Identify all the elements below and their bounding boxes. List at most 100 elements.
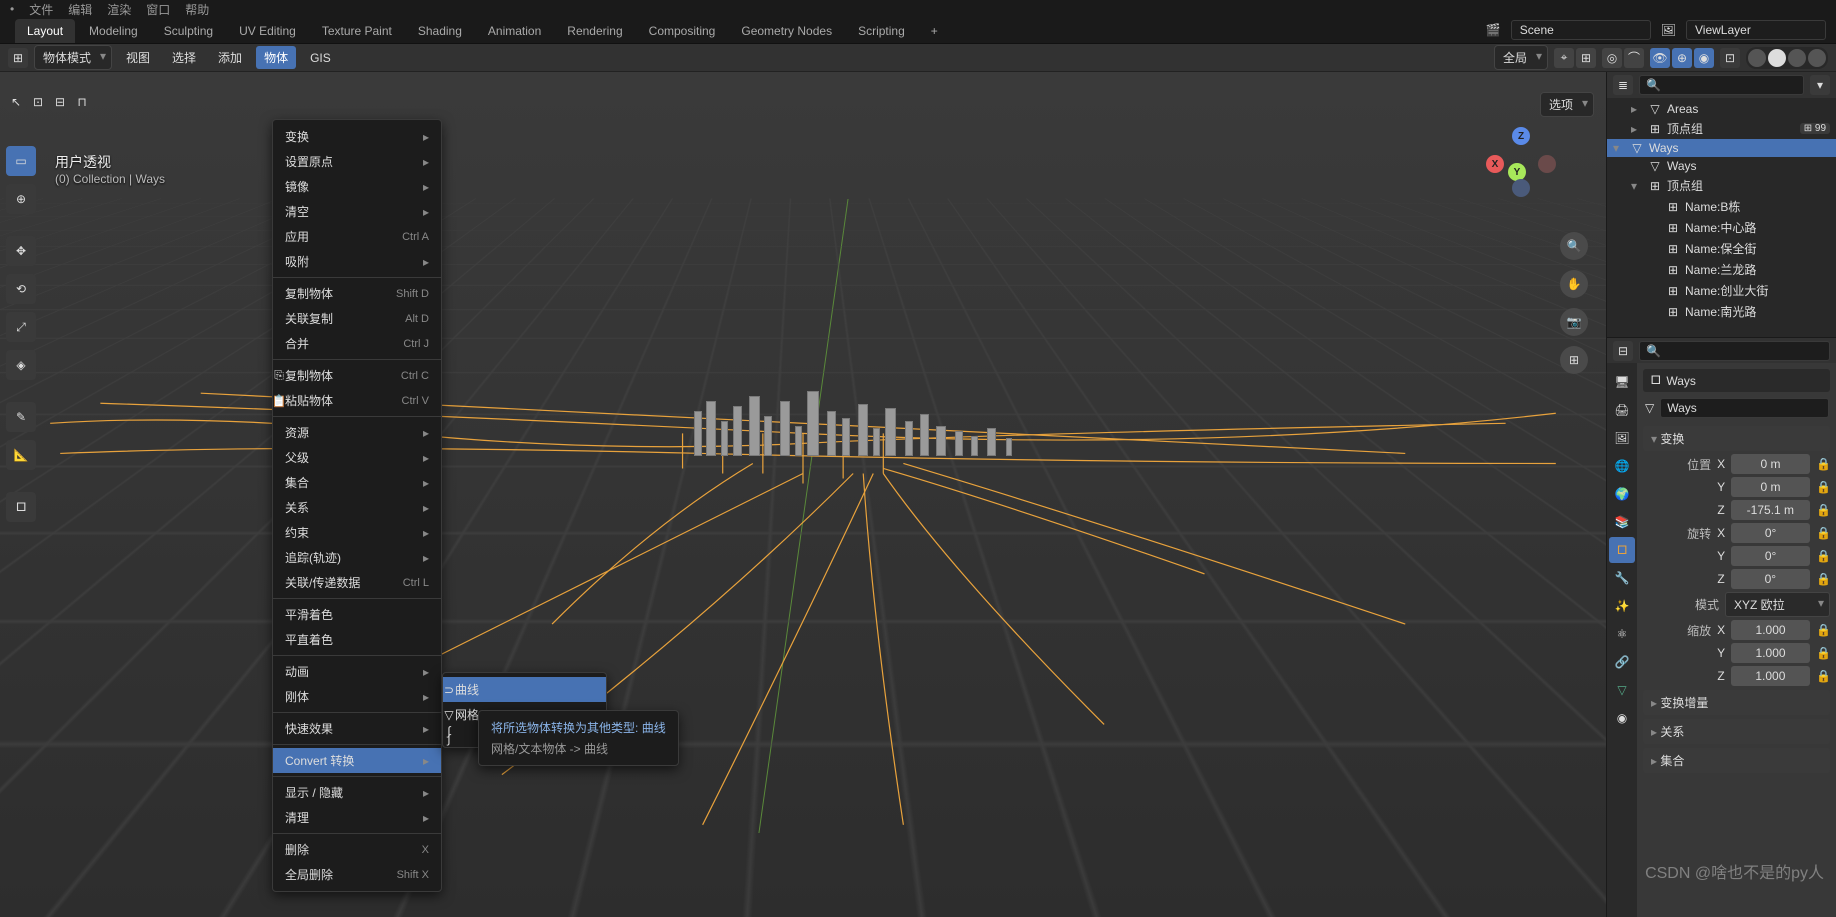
ptab-object[interactable]: 🞐 (1609, 537, 1635, 563)
menu-item[interactable]: 删除X (273, 837, 441, 862)
gizmo-toggle-icon[interactable]: ⊕ (1672, 48, 1692, 68)
tab-rendering[interactable]: Rendering (555, 19, 634, 43)
tree-row[interactable]: ⊞Name:创业大街 (1607, 280, 1836, 301)
menu-item[interactable]: 集合▸ (273, 470, 441, 495)
tool-transform[interactable]: ◈ (6, 350, 36, 380)
menu-item[interactable]: Convert 转换▸ (273, 748, 441, 773)
tree-row[interactable]: ⊞Name:兰龙路 (1607, 259, 1836, 280)
submenu-item[interactable]: ⊃曲线 (443, 677, 606, 702)
tree-row[interactable]: ⊞Name:南光路 (1607, 301, 1836, 322)
axis-y[interactable]: Y (1508, 163, 1526, 181)
tool-rotate[interactable]: ⟲ (6, 274, 36, 304)
options-dropdown[interactable]: 选项 (1540, 92, 1594, 117)
menu-item[interactable]: 平滑着色 (273, 602, 441, 627)
select-int-icon[interactable]: ⊓ (72, 92, 92, 112)
ptab-material[interactable]: ◉ (1609, 705, 1635, 731)
menu-edit[interactable]: 编辑 (68, 1, 92, 18)
rot-y[interactable]: 0° (1731, 546, 1810, 566)
menu-item[interactable]: 约束▸ (273, 520, 441, 545)
scl-x[interactable]: 1.000 (1731, 620, 1810, 640)
ptab-output[interactable]: 🖨 (1609, 397, 1635, 423)
menu-item[interactable]: 关联复制Alt D (273, 306, 441, 331)
wireframe-icon[interactable] (1748, 49, 1766, 67)
tree-row[interactable]: ▾⊞顶点组 (1607, 175, 1836, 196)
axis-neg-z[interactable] (1512, 179, 1530, 197)
interaction-mode-icon[interactable]: ↖ (6, 92, 26, 112)
ptab-data[interactable]: ▽ (1609, 677, 1635, 703)
scl-z[interactable]: 1.000 (1731, 666, 1810, 686)
tool-move[interactable]: ✥ (6, 236, 36, 266)
ptab-render[interactable]: 🖥 (1609, 369, 1635, 395)
tree-row[interactable]: ⊞Name:保全街 (1607, 238, 1836, 259)
menu-item[interactable]: 设置原点▸ (273, 149, 441, 174)
overlay-icon[interactable]: ◉ (1694, 48, 1714, 68)
object-name-field[interactable] (1660, 398, 1829, 418)
tree-row[interactable]: ▸⊞顶点组⊞ 99 (1607, 118, 1836, 139)
visibility-icon[interactable]: 👁 (1650, 48, 1670, 68)
loc-y[interactable]: 0 m (1731, 477, 1810, 497)
tab-compositing[interactable]: Compositing (637, 19, 728, 43)
menu-item[interactable]: 刚体▸ (273, 684, 441, 709)
tree-row[interactable]: ▽Ways (1607, 157, 1836, 175)
panel-transform[interactable]: 变换 (1643, 426, 1830, 451)
props-search[interactable]: 🔍 (1639, 341, 1830, 361)
axis-neg-x[interactable] (1538, 155, 1556, 173)
scene-name[interactable]: Scene (1511, 20, 1651, 40)
axis-x[interactable]: X (1486, 155, 1504, 173)
ptab-constraint[interactable]: 🔗 (1609, 649, 1635, 675)
menu-item[interactable]: 父级▸ (273, 445, 441, 470)
tool-scale[interactable]: ⤢ (6, 312, 36, 342)
menu-window[interactable]: 窗口 (146, 1, 170, 18)
ptab-scene[interactable]: 🌐 (1609, 453, 1635, 479)
ptab-particles[interactable]: ✨ (1609, 593, 1635, 619)
tab-add[interactable]: + (919, 19, 950, 43)
tree-row[interactable]: ▸▽Areas (1607, 100, 1836, 118)
menu-item[interactable]: 显示 / 隐藏▸ (273, 780, 441, 805)
tool-measure[interactable]: 📐 (6, 440, 36, 470)
tab-geonodes[interactable]: Geometry Nodes (729, 19, 844, 43)
rot-mode[interactable]: XYZ 欧拉 (1725, 592, 1830, 617)
rendered-icon[interactable] (1808, 49, 1826, 67)
tool-cursor[interactable]: ⊕ (6, 184, 36, 214)
lock-icon[interactable]: 🔒 (1816, 457, 1830, 471)
tab-uv[interactable]: UV Editing (227, 19, 308, 43)
tab-texture[interactable]: Texture Paint (310, 19, 404, 43)
menu-file[interactable]: 文件 (29, 1, 53, 18)
zoom-icon[interactable]: 🔍 (1560, 232, 1588, 260)
xray-icon[interactable]: ⊡ (1720, 48, 1740, 68)
menu-item[interactable]: 快速效果▸ (273, 716, 441, 741)
menu-item[interactable]: 合并Ctrl J (273, 331, 441, 356)
menu-item[interactable]: 应用Ctrl A (273, 224, 441, 249)
outliner-type-icon[interactable]: ≣ (1613, 75, 1633, 95)
tree-row[interactable]: ⊞Name:B栋 (1607, 196, 1836, 217)
props-type-icon[interactable]: ⊟ (1613, 341, 1633, 361)
menu-item[interactable]: 变换▸ (273, 124, 441, 149)
hdr-add[interactable]: 添加 (210, 46, 250, 69)
snap-icon[interactable]: ⌖ (1554, 48, 1574, 68)
tool-addcube[interactable]: 🞐 (6, 492, 36, 522)
ptab-physics[interactable]: ⚛ (1609, 621, 1635, 647)
panel-relations[interactable]: 关系 (1643, 719, 1830, 744)
menu-item[interactable]: 📋粘贴物体Ctrl V (273, 388, 441, 413)
tool-annotate[interactable]: ✎ (6, 402, 36, 432)
shading-mode[interactable] (1746, 47, 1828, 69)
viewlayer-name[interactable]: ViewLayer (1686, 20, 1826, 40)
select-sub-icon[interactable]: ⊟ (50, 92, 70, 112)
menu-item[interactable]: 复制物体Shift D (273, 281, 441, 306)
ptab-modifier[interactable]: 🔧 (1609, 565, 1635, 591)
tab-scripting[interactable]: Scripting (846, 19, 917, 43)
tree-row[interactable]: ▾▽Ways (1607, 139, 1836, 157)
loc-z[interactable]: -175.1 m (1731, 500, 1810, 520)
menu-item[interactable]: ⎘复制物体Ctrl C (273, 363, 441, 388)
nav-gizmo[interactable]: Z X Y (1486, 127, 1556, 197)
tab-layout[interactable]: Layout (15, 19, 75, 43)
menu-item[interactable]: 平直着色 (273, 627, 441, 652)
tree-row[interactable]: ⊞Name:中心路 (1607, 217, 1836, 238)
menu-item[interactable]: 追踪(轨迹)▸ (273, 545, 441, 570)
menu-item[interactable]: 动画▸ (273, 659, 441, 684)
menu-item[interactable]: 清空▸ (273, 199, 441, 224)
curve-icon[interactable]: ⌒ (1624, 48, 1644, 68)
tab-sculpting[interactable]: Sculpting (152, 19, 225, 43)
menu-item[interactable]: 镜像▸ (273, 174, 441, 199)
hdr-view[interactable]: 视图 (118, 46, 158, 69)
